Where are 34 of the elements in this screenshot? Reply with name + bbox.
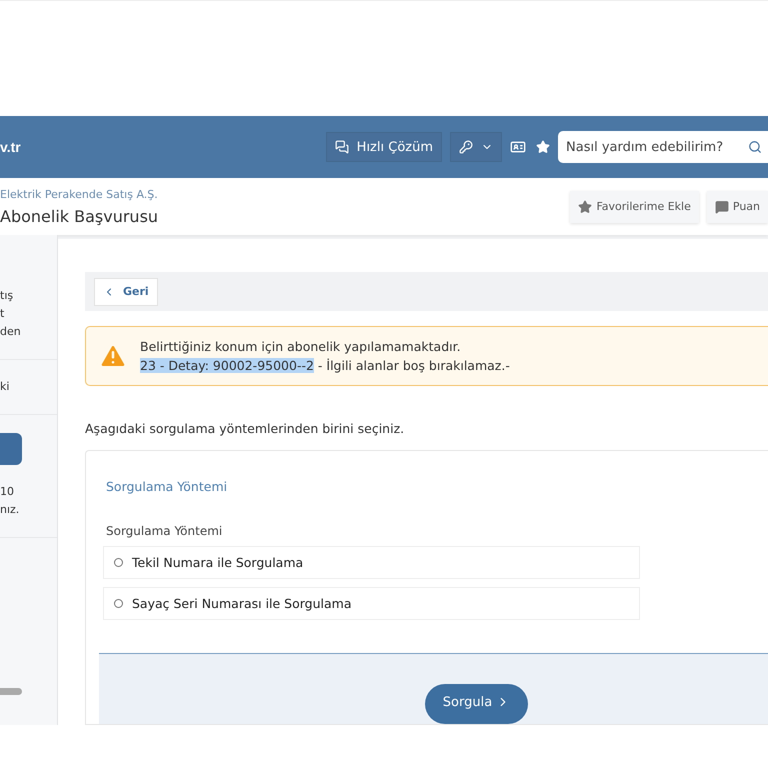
sidebar-text: t bbox=[0, 306, 6, 322]
search-icon[interactable] bbox=[748, 140, 762, 154]
sidebar-text: tış bbox=[0, 288, 14, 304]
radio-icon[interactable] bbox=[114, 558, 123, 567]
sidebar-text: den bbox=[0, 324, 22, 340]
speech-bubble-icon bbox=[714, 200, 729, 214]
quick-solution-button[interactable]: Hızlı Çözüm bbox=[326, 132, 442, 162]
sidebar-bar bbox=[0, 688, 22, 695]
star-icon bbox=[578, 200, 592, 214]
rate-button[interactable]: Puan bbox=[706, 190, 768, 222]
radio-option[interactable]: Tekil Numara ile Sorgulama bbox=[103, 546, 640, 579]
sidebar-button[interactable] bbox=[0, 433, 22, 465]
instruction-text: Aşagıdaki sorgulama yöntemlerinden birini seçiniz. bbox=[85, 421, 406, 436]
star-icon[interactable] bbox=[536, 140, 550, 154]
field-label: Sorgulama Yöntemi bbox=[106, 524, 224, 538]
company-name: Elektrik Perakende Satış A.Ş. bbox=[0, 188, 158, 200]
key-icon bbox=[459, 140, 473, 154]
radio-icon[interactable] bbox=[114, 599, 123, 608]
sidebar-text: 10 bbox=[0, 484, 15, 500]
key-menu-button[interactable] bbox=[450, 132, 502, 162]
sidebar-text: nız. bbox=[0, 502, 20, 518]
chat-icon bbox=[334, 140, 349, 154]
alert-message: Belirttiğiniz konum için abonelik yapılamamaktadır. bbox=[140, 339, 462, 354]
card-title: Sorgulama Yöntemi bbox=[106, 479, 228, 494]
alert-detail: 23 - Detay: 90002-95000--2 - İlgili alanlar boş bırakılamaz.- bbox=[140, 358, 510, 374]
search-field[interactable]: Nasıl yardım edebilirim? bbox=[558, 131, 768, 163]
logo[interactable]: v.tr bbox=[0, 139, 21, 155]
radio-option[interactable]: Sayaç Seri Numarası ile Sorgulama bbox=[103, 587, 640, 620]
favorites-button[interactable]: Favorilerime Ekle bbox=[570, 190, 699, 222]
back-button[interactable]: Geri bbox=[94, 278, 158, 306]
sidebar-text: ki bbox=[0, 379, 10, 395]
page-title: Abonelik Başvurusu bbox=[0, 206, 158, 226]
id-card-icon[interactable] bbox=[510, 139, 526, 155]
submit-button[interactable]: Sorgula bbox=[425, 684, 528, 724]
